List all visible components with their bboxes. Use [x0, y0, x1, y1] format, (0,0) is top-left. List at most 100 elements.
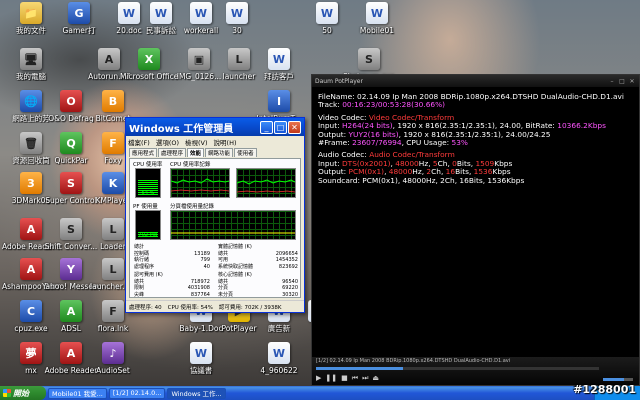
minimize-button[interactable]: _ [260, 120, 273, 134]
status-cpu: CPU 使用率: 54% [167, 304, 213, 311]
pf-usage-label: PF 使用量 [133, 204, 158, 210]
totals-group: 總計 控制碼 13189 執行緒 799 處理程序 40 [134, 244, 210, 270]
pf-history-graph [170, 210, 296, 240]
playlist-file-label: [1/2] 02.14.09 Ip Man 2008 BDRip.1080p.x… [316, 358, 511, 364]
stop-icon[interactable]: ■ [341, 374, 348, 383]
potplayer-titlebar[interactable]: Daum PotPlayer – □ ✕ [312, 75, 639, 87]
physical-memory-group: 實體記憶體 (K) 總共 2096654 可用 1454352 系統快取記憶體 823… [218, 244, 298, 270]
desktop-icon[interactable]: W 4_960622 [250, 342, 308, 388]
desktop-icon-label: 30 [232, 26, 242, 35]
cpu-usage-meter: 54 % [135, 168, 161, 198]
desktop-icon-image: W [366, 2, 388, 24]
tab-networking[interactable]: 網路功能 [205, 148, 234, 157]
stat-row: 系統快取記憶體 823692 [218, 263, 298, 270]
info-line: Track: 00:16:23/00:53:28(30.66%) [318, 101, 638, 109]
commit-charge-group: 認可費用 (K) 總共 718972 限制 4031908 尖峰 837764 [134, 272, 210, 298]
kernel-memory-group: 核心記憶體 (K) 總共 96540 分頁 69220 未分頁 30320 [218, 272, 298, 298]
desktop-icon-image: Q [60, 132, 82, 154]
maximize-button[interactable]: □ [274, 120, 287, 134]
status-bar: 處理程序: 40 CPU 使用率: 54% 認可費用: 702K / 3938K [126, 300, 304, 312]
info-segment: 53% [451, 138, 468, 148]
maximize-button[interactable]: □ [618, 78, 626, 85]
close-button[interactable]: ✕ [628, 78, 636, 85]
play-icon[interactable]: ▶ [316, 374, 321, 383]
desktop-icon-image: I [268, 90, 290, 112]
start-label: 開始 [13, 388, 29, 398]
desktop-icon-label: 4_960622 [260, 366, 298, 375]
desktop-icon[interactable]: 🖥 我的電腦 [2, 48, 60, 94]
info-segment: 23607/76994 [352, 138, 402, 148]
seek-progress [316, 367, 403, 370]
desktop-icon-label: 協議書 [189, 366, 213, 375]
task-manager-titlebar[interactable]: Windows 工作管理員 _ □ ✕ [126, 118, 304, 136]
menu-view[interactable]: 檢視(V) [185, 137, 208, 147]
desktop-icon-label: flora.lnk [97, 324, 129, 333]
start-button[interactable]: 開始 [0, 386, 46, 400]
taskbar-items: Mobile01 我愛... [1/2] 02.14.0... Windows 工作… [46, 387, 226, 399]
task-manager-window[interactable]: Windows 工作管理員 _ □ ✕ 檔案(F) 選項(O) 檢視(V) 說明… [125, 117, 305, 313]
desktop-icon-image: ▣ [188, 48, 210, 70]
menu-help[interactable]: 說明(H) [214, 137, 237, 147]
stat-row: 處理程序 40 [134, 263, 210, 270]
tab-strip: 應用程式 處理程序 效能 網路功能 使用者 [126, 147, 304, 157]
desktop-icon[interactable]: W 30 [208, 2, 266, 48]
desktop-icon-image: K [102, 172, 124, 194]
pf-history-trace [171, 232, 295, 234]
desktop-icon-image: B [102, 90, 124, 112]
desktop-icon-image: 夢 [20, 342, 42, 364]
desktop-icon-image: S [60, 172, 82, 194]
desktop-icon-image: F [102, 132, 124, 154]
stat-row: 尖峰 837764 [134, 291, 210, 298]
desktop-icon-label: 我的電腦 [16, 72, 46, 81]
eject-icon[interactable]: ⏏ [372, 374, 379, 383]
desktop-icon-image: L [102, 258, 124, 280]
desktop-icon-image: A [98, 48, 120, 70]
menu-bar: 檔案(F) 選項(O) 檢視(V) 說明(H) [126, 136, 304, 147]
volume-slider[interactable] [603, 378, 633, 381]
tab-applications[interactable]: 應用程式 [129, 148, 158, 157]
info-segment: #Frame: [318, 138, 353, 148]
cpu-history-trace-2 [236, 179, 296, 193]
status-commit: 認可費用: 702K / 3938K [218, 304, 282, 311]
desktop-icon-image: Y [60, 258, 82, 280]
taskbar-button[interactable]: [1/2] 02.14.0... [108, 387, 166, 399]
menu-options[interactable]: 選項(O) [156, 137, 179, 147]
pf-meter-value: 702 MB [138, 232, 158, 238]
taskbar: 開始 Mobile01 我愛... [1/2] 02.14.0... Windows… [0, 386, 640, 400]
taskbar-button[interactable]: Windows 工作... [167, 387, 226, 399]
info-segment: 00:16:23/00:53:28(30.66%) [342, 100, 446, 110]
desktop-icon[interactable]: ♪ AudioSet [84, 342, 142, 388]
info-segment: Track: [318, 100, 343, 110]
desktop-icon[interactable]: W Mobile01 [348, 2, 406, 48]
desktop-icon-image: 📁 [20, 2, 42, 24]
desktop-icon-image: ♪ [102, 342, 124, 364]
desktop-icon-image: A [20, 218, 42, 240]
taskbar-button[interactable]: Mobile01 我愛... [48, 387, 107, 399]
desktop-icon-image: X [138, 48, 160, 70]
desktop-icon-image: F [102, 300, 124, 322]
menu-file[interactable]: 檔案(F) [128, 137, 150, 147]
next-icon[interactable]: ⏭ [362, 374, 368, 383]
desktop-icon-image: C [20, 300, 42, 322]
pause-icon[interactable]: ❚❚ [325, 374, 337, 383]
tab-processes[interactable]: 處理程序 [158, 148, 187, 157]
tab-users[interactable]: 使用者 [234, 148, 257, 157]
close-button[interactable]: ✕ [288, 120, 301, 134]
pf-usage-meter: 702 MB [135, 210, 161, 240]
cpu-usage-label: CPU 使用率 [133, 162, 163, 168]
desktop-icon-image: 🌐 [20, 90, 42, 112]
potplayer-window[interactable]: Daum PotPlayer – □ ✕ FileName: 02.14.09 … [311, 74, 640, 386]
tab-performance[interactable]: 效能 [187, 148, 205, 157]
player-title: Daum PotPlayer [315, 77, 363, 85]
desktop-icon[interactable]: W 拜訪客戶 [250, 48, 308, 94]
desktop-icon-image: S [60, 218, 82, 240]
desktop-icon-image: O [60, 90, 82, 112]
previous-icon[interactable]: ⏮ [352, 374, 358, 383]
desktop-icon[interactable]: W 協議書 [172, 342, 230, 388]
desktop-icon-image: L [102, 218, 124, 240]
minimize-button[interactable]: – [608, 78, 616, 85]
windows-logo-icon [3, 389, 11, 397]
seek-bar[interactable] [316, 367, 599, 370]
info-segment: Soundcard: PCM(0x1), 48000Hz, 2Ch, 16Bit… [318, 175, 525, 185]
performance-panel: CPU 使用率 54 % CPU 使用率記錄 PF 使用量 702 MB 分頁檔… [129, 158, 301, 298]
